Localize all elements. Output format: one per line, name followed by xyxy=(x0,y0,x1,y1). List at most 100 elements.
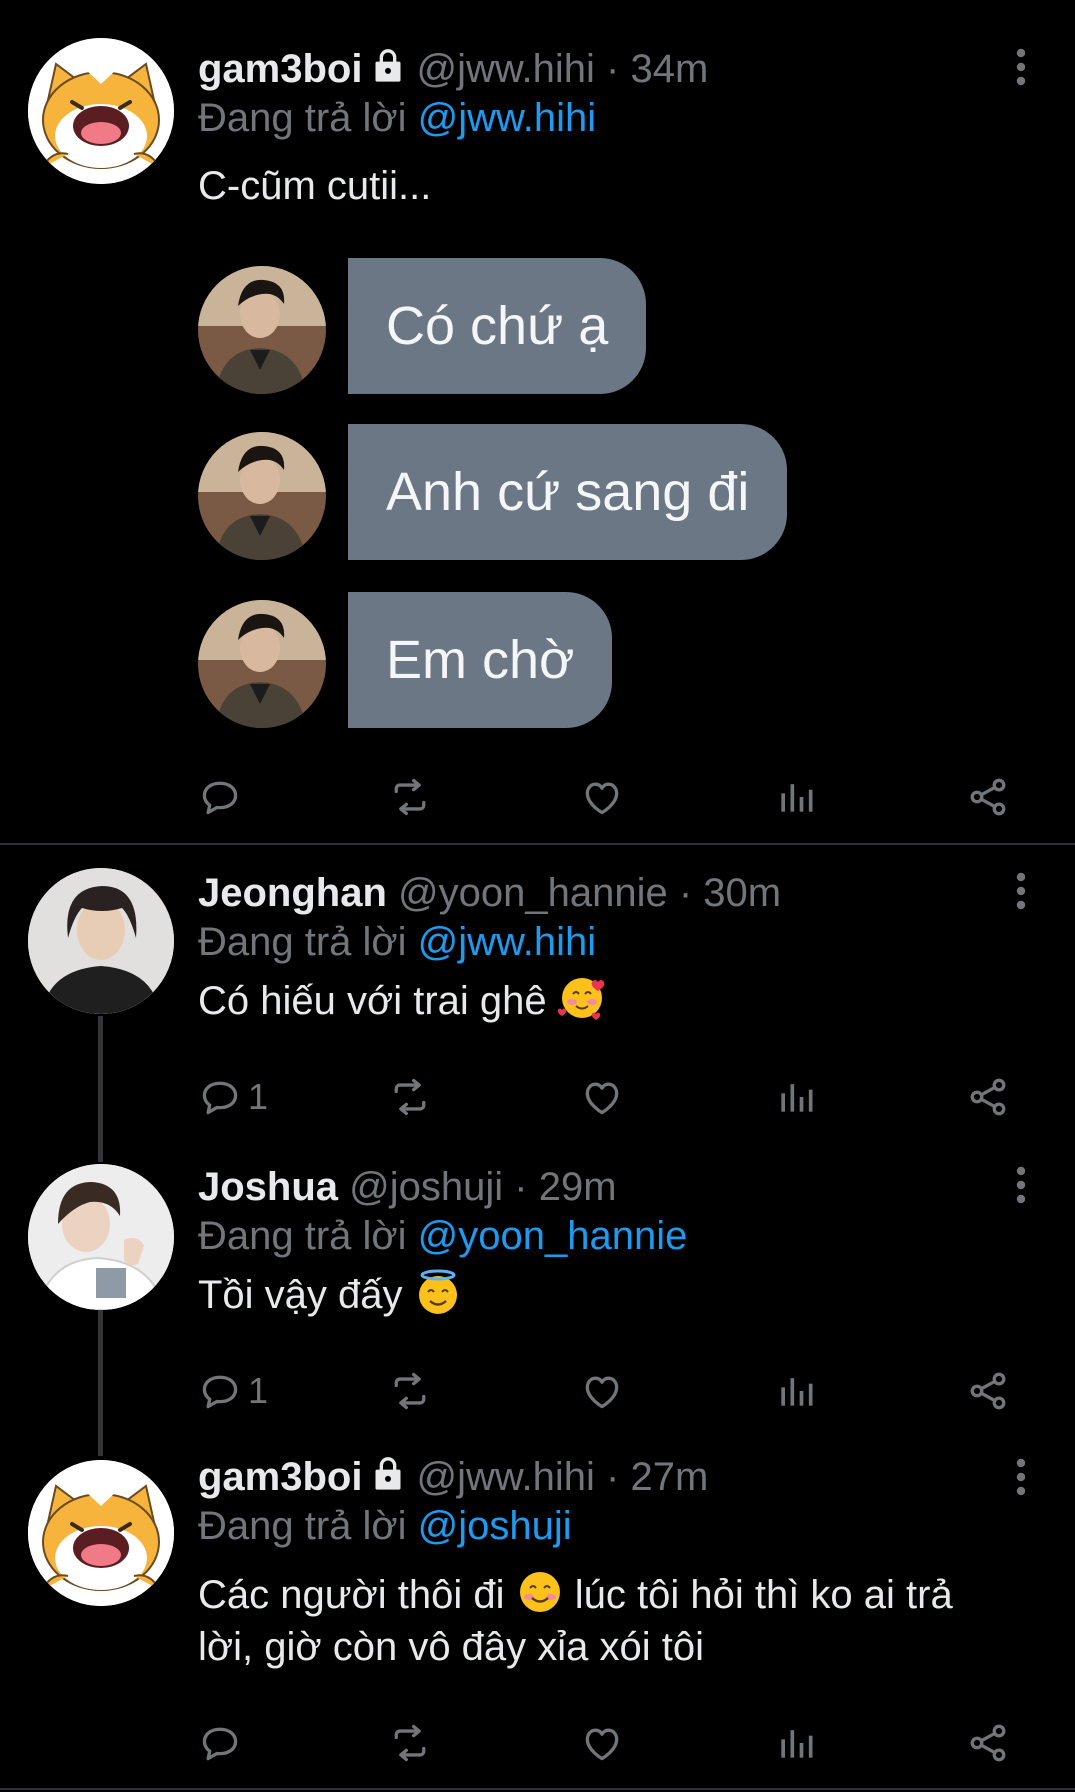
tweet-text: Có hiếu với trai ghê xyxy=(198,974,606,1027)
reply-button[interactable]: 1 xyxy=(198,1366,268,1416)
tweet-text-part: lúc tôi hỏi thì ko ai trả xyxy=(574,1573,953,1617)
like-button[interactable] xyxy=(580,1072,624,1122)
replying-to: Đang trả lời @jww.hihi xyxy=(198,96,596,141)
tweet-header: Jeonghan @yoon_hannie · 30m xyxy=(198,868,781,918)
more-options-icon[interactable] xyxy=(1000,870,1042,912)
person-avatar-image xyxy=(198,432,326,560)
tweet-text-line-1: Các người thôi đi lúc tôi hỏi thì ko ai … xyxy=(198,1568,1038,1621)
views-button[interactable] xyxy=(774,1718,818,1768)
retweet-icon xyxy=(388,1075,432,1119)
like-button[interactable] xyxy=(580,772,624,822)
handle[interactable]: @yoon_hannie xyxy=(398,871,668,915)
views-icon xyxy=(774,1721,818,1765)
tweet-text-content: Có hiếu với trai ghê xyxy=(198,979,547,1023)
smiling-face-emoji-icon xyxy=(516,1568,564,1616)
tweet-image[interactable]: Có chứ ạ Anh cứ sang đi Em chờ xyxy=(0,256,1075,736)
timestamp[interactable]: 29m xyxy=(539,1165,617,1209)
share-button[interactable] xyxy=(966,1718,1010,1768)
handle[interactable]: @joshuji xyxy=(349,1165,503,1209)
share-button[interactable] xyxy=(966,1366,1010,1416)
tweet-text-line-2: lời, giờ còn vô đây xỉa xói tôi xyxy=(198,1625,705,1669)
tweet-text: Tồi vậy đấy xyxy=(198,1268,462,1321)
like-button[interactable] xyxy=(580,1718,624,1768)
avatar[interactable] xyxy=(28,38,174,184)
timestamp[interactable]: 30m xyxy=(703,871,781,915)
tweet-4[interactable]: gam3boi @jww.hihi · 27m Đang trả lời @jos… xyxy=(0,1436,1075,1786)
display-name[interactable]: Joshua xyxy=(198,1165,338,1209)
avatar[interactable] xyxy=(28,1460,174,1606)
replying-prefix: Đang trả lời xyxy=(198,96,418,140)
retweet-icon xyxy=(388,775,432,819)
retweet-button[interactable] xyxy=(388,1366,432,1416)
timestamp[interactable]: 27m xyxy=(630,1455,708,1499)
tweet-text: Các người thôi đi lúc tôi hỏi thì ko ai … xyxy=(198,1568,1038,1673)
share-icon xyxy=(966,1721,1010,1765)
timestamp[interactable]: 34m xyxy=(630,47,708,91)
replying-to: Đang trả lời @joshuji xyxy=(198,1504,572,1549)
divider xyxy=(0,843,1075,845)
display-name[interactable]: gam3boi xyxy=(198,47,362,91)
replying-prefix: Đang trả lời xyxy=(198,1214,418,1258)
person-avatar-image xyxy=(198,266,326,394)
heart-icon xyxy=(580,1075,624,1119)
heart-icon xyxy=(580,1721,624,1765)
more-options-icon[interactable] xyxy=(1000,46,1042,88)
views-icon xyxy=(774,1369,818,1413)
share-button[interactable] xyxy=(966,772,1010,822)
mention-link[interactable]: @joshuji xyxy=(418,1504,572,1548)
reply-count: 1 xyxy=(248,1076,269,1117)
reply-button[interactable] xyxy=(198,772,242,822)
chat-bubble: Có chứ ạ xyxy=(348,258,647,394)
handle[interactable]: @jww.hihi xyxy=(416,1455,594,1499)
reply-icon xyxy=(198,1369,242,1413)
mention-link[interactable]: @jww.hihi xyxy=(418,920,596,964)
heart-icon xyxy=(580,1369,624,1413)
handle[interactable]: @jww.hihi xyxy=(416,47,594,91)
reply-button[interactable]: 1 xyxy=(198,1072,268,1122)
more-options-icon[interactable] xyxy=(1000,1164,1042,1206)
avatar[interactable] xyxy=(28,1164,174,1310)
tweet-text-part: Các người thôi đi xyxy=(198,1573,505,1617)
reply-count: 1 xyxy=(248,1370,269,1411)
action-bar xyxy=(198,772,1018,822)
more-options-icon[interactable] xyxy=(1000,1456,1042,1498)
views-button[interactable] xyxy=(774,1366,818,1416)
reply-icon xyxy=(198,1721,242,1765)
retweet-button[interactable] xyxy=(388,1072,432,1122)
lock-icon xyxy=(368,44,408,86)
action-bar: 1 xyxy=(198,1072,1018,1122)
chat-avatar xyxy=(198,266,326,394)
tweet-3[interactable]: Joshua @joshuji · 29m Đang trả lời @yoon… xyxy=(0,1140,1075,1432)
cat-avatar-image xyxy=(28,1460,174,1606)
mention-link[interactable]: @yoon_hannie xyxy=(418,1214,688,1258)
share-icon xyxy=(966,1075,1010,1119)
tweet-header: gam3boi @jww.hihi · 34m xyxy=(198,44,708,94)
reply-button[interactable] xyxy=(198,1718,242,1768)
like-button[interactable] xyxy=(580,1366,624,1416)
tweet-1[interactable]: gam3boi @jww.hihi · 34m Đang trả lời @jww… xyxy=(0,0,1075,842)
tweet-2[interactable]: Jeonghan @yoon_hannie · 30m Đang trả lời… xyxy=(0,846,1075,1136)
chat-avatar xyxy=(198,432,326,560)
retweet-icon xyxy=(388,1369,432,1413)
person-avatar-image xyxy=(28,1164,174,1310)
display-name[interactable]: Jeonghan xyxy=(198,871,387,915)
retweet-icon xyxy=(388,1721,432,1765)
share-button[interactable] xyxy=(966,1072,1010,1122)
share-icon xyxy=(966,775,1010,819)
lock-icon xyxy=(368,1452,408,1494)
divider xyxy=(0,1788,1075,1790)
separator: · xyxy=(594,47,631,91)
views-button[interactable] xyxy=(774,772,818,822)
person-avatar-image xyxy=(198,600,326,728)
retweet-button[interactable] xyxy=(388,1718,432,1768)
replying-prefix: Đang trả lời xyxy=(198,1504,418,1548)
display-name[interactable]: gam3boi xyxy=(198,1455,362,1499)
reply-icon xyxy=(198,775,242,819)
retweet-button[interactable] xyxy=(388,772,432,822)
chat-bubble: Anh cứ sang đi xyxy=(348,424,788,560)
avatar[interactable] xyxy=(28,868,174,1014)
mention-link[interactable]: @jww.hihi xyxy=(418,96,596,140)
views-button[interactable] xyxy=(774,1072,818,1122)
tweet-text: C-cũm cutii... xyxy=(198,164,432,208)
action-bar: 1 xyxy=(198,1366,1018,1416)
